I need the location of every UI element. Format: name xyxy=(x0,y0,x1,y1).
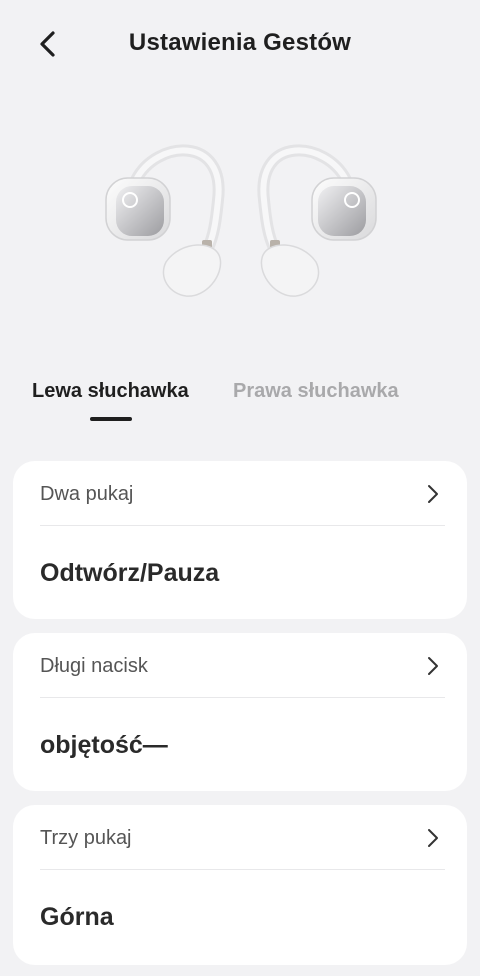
right-earbud xyxy=(257,144,377,297)
chevron-right-icon xyxy=(428,657,438,675)
gesture-card-long-press: Długi nacisk objętość— xyxy=(13,633,467,791)
gesture-label: Dwa pukaj xyxy=(40,483,134,505)
header: Ustawienia Gestów xyxy=(0,0,480,90)
gesture-action-value: Górna xyxy=(40,903,114,931)
tab-right-earbud[interactable]: Prawa słuchawka xyxy=(233,380,399,403)
divider xyxy=(40,525,445,526)
page-title: Ustawienia Gestów xyxy=(128,29,352,56)
gesture-label: Trzy pukaj xyxy=(40,827,132,849)
chevron-right-icon xyxy=(428,485,438,503)
earbuds-illustration xyxy=(105,144,377,297)
chevron-right-icon xyxy=(428,829,438,847)
earbud-tabs: Lewa słuchawka Prawa słuchawka xyxy=(0,380,480,430)
divider xyxy=(40,697,445,698)
gesture-label: Długi nacisk xyxy=(40,655,148,677)
gesture-row-double-tap[interactable]: Dwa pukaj xyxy=(13,461,467,525)
gesture-row-long-press[interactable]: Długi nacisk xyxy=(13,633,467,697)
tab-left-earbud[interactable]: Lewa słuchawka xyxy=(32,380,189,403)
divider xyxy=(40,869,445,870)
gesture-settings-screen: Ustawienia Gestów Lewa słuchawka Prawa s… xyxy=(0,0,480,976)
gesture-row-triple-tap[interactable]: Trzy pukaj xyxy=(13,805,467,869)
left-earbud xyxy=(105,144,225,297)
gesture-action-value: objętość— xyxy=(40,731,168,759)
gesture-card-triple-tap: Trzy pukaj Górna xyxy=(13,805,467,965)
active-tab-indicator xyxy=(90,417,132,421)
gesture-card-double-tap: Dwa pukaj Odtwórz/Pauza xyxy=(13,461,467,619)
gesture-action-value: Odtwórz/Pauza xyxy=(40,559,220,587)
